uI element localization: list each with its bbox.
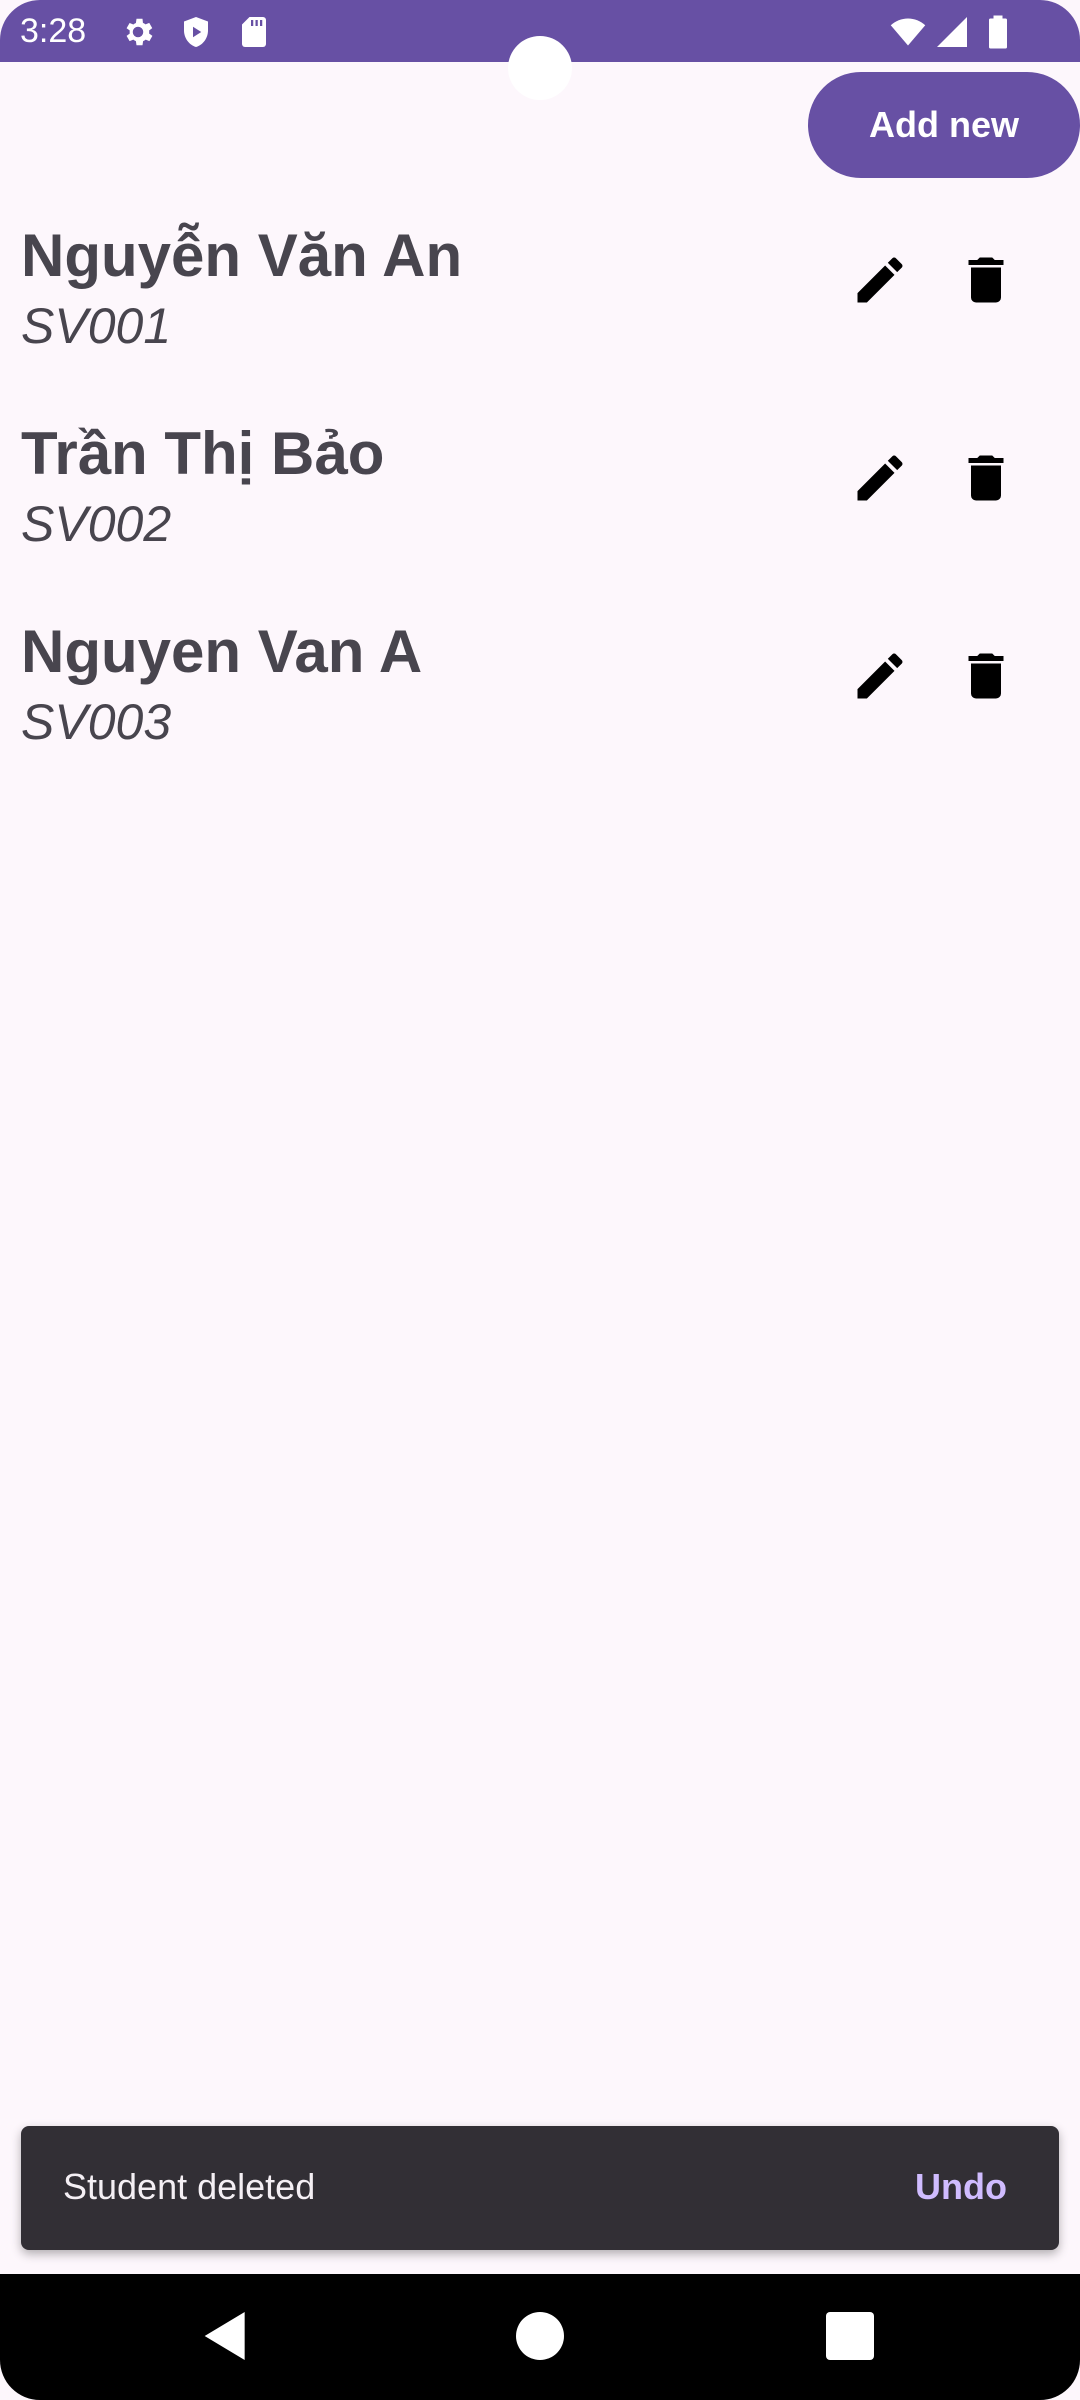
list-item[interactable]: Nguyễn Văn An SV001: [0, 220, 1080, 400]
gear-icon: [120, 14, 156, 50]
back-icon[interactable]: [194, 2304, 258, 2368]
student-id: SV001: [21, 298, 172, 354]
delete-icon[interactable]: [956, 250, 1016, 310]
edit-icon[interactable]: [850, 646, 910, 706]
add-new-button[interactable]: Add new: [808, 72, 1080, 178]
wifi-icon: [890, 14, 926, 50]
edit-icon[interactable]: [850, 448, 910, 508]
signal-icon: [934, 14, 970, 50]
student-name: Trần Thị Bảo: [21, 420, 385, 487]
status-time: 3:28: [20, 12, 87, 50]
list-item[interactable]: Nguyen Van A SV003: [0, 616, 1080, 796]
snackbar: Student deleted Undo: [21, 2126, 1059, 2250]
student-id: SV002: [21, 496, 172, 552]
snackbar-message: Student deleted: [63, 2166, 316, 2207]
edit-icon[interactable]: [850, 250, 910, 310]
recents-icon[interactable]: [818, 2304, 882, 2368]
home-icon[interactable]: [508, 2304, 572, 2368]
sd-card-icon: [236, 14, 272, 50]
delete-icon[interactable]: [956, 448, 1016, 508]
delete-icon[interactable]: [956, 646, 1016, 706]
student-id: SV003: [21, 694, 172, 750]
battery-icon: [980, 14, 1016, 50]
student-name: Nguyen Van A: [21, 618, 423, 685]
shield-icon: [178, 14, 214, 50]
list-item[interactable]: Trần Thị Bảo SV002: [0, 418, 1080, 598]
navigation-bar: [0, 2274, 1080, 2400]
camera-cutout: [508, 36, 572, 100]
undo-button[interactable]: Undo: [915, 2164, 1007, 2210]
student-name: Nguyễn Văn An: [21, 222, 463, 289]
